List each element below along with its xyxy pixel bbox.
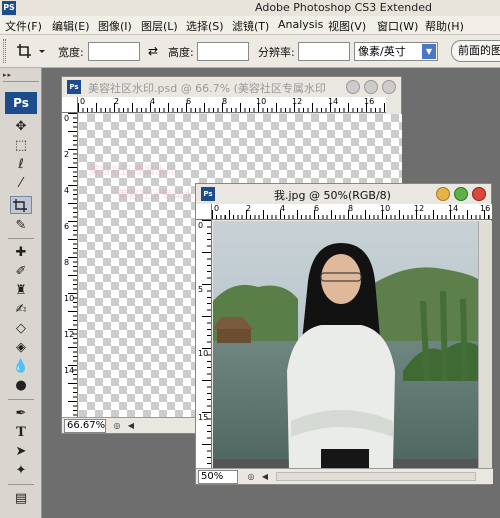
close-button[interactable] [382, 80, 396, 94]
ruler-origin[interactable] [196, 204, 212, 220]
scroll-left-icon[interactable]: ◀ [124, 419, 138, 433]
document-title: 美容社区水印.psd @ 66.7% (美容社区专属水印 [88, 82, 326, 95]
healing-brush-tool-icon[interactable]: ✚ [10, 244, 32, 262]
menu-window[interactable]: 窗口(W) [377, 18, 418, 34]
resolution-unit-select[interactable]: 像素/英寸 ▼ [354, 42, 438, 61]
width-label: 宽度: [58, 46, 84, 59]
paint-bucket-tool-icon[interactable]: ◈ [10, 339, 32, 357]
app-title: Adobe Photoshop CS3 Extended [255, 1, 432, 14]
menu-file[interactable]: 文件(F) [5, 18, 42, 34]
maximize-button[interactable] [454, 187, 468, 201]
menu-analysis[interactable]: Analysis [278, 18, 323, 31]
horizontal-scrollbar[interactable] [276, 472, 476, 481]
document-title-bar[interactable]: Ps 美容社区水印.psd @ 66.7% (美容社区专属水印 [62, 77, 401, 97]
menu-help[interactable]: 帮助(H) [425, 18, 464, 34]
resolution-input[interactable] [298, 42, 350, 61]
menu-view[interactable]: 视图(V) [328, 18, 366, 34]
vertical-scrollbar[interactable] [478, 221, 492, 468]
tools-panel: ▸▸ Ps ✥ ⬚ ℓ ⁄ ✎ ✚ ✐ ♜ ✍ ◇ ◈ 💧 ● ✒ T ➤ ✦ … [0, 68, 42, 518]
minimize-button[interactable] [346, 80, 360, 94]
path-selection-tool-icon[interactable]: ➤ [10, 443, 32, 461]
panel-collapse-icon[interactable]: ▸▸ [3, 71, 39, 79]
horizontal-ruler[interactable]: 0 2 4 6 8 10 12 14 16 [78, 97, 386, 113]
clone-stamp-tool-icon[interactable]: ♜ [10, 282, 32, 300]
options-grip[interactable] [3, 39, 6, 63]
ruler-origin[interactable] [62, 97, 78, 113]
type-tool-icon[interactable]: T [10, 424, 32, 442]
zoom-level-field[interactable]: 50% [198, 470, 238, 484]
ps-document-icon: Ps [201, 187, 215, 201]
dropdown-arrow-icon: ▼ [422, 44, 436, 59]
document-status-bar: 50% ◎ ◀ [196, 468, 493, 484]
blur-tool-icon[interactable]: 💧 [10, 358, 32, 376]
resolution-label: 分辨率: [258, 46, 295, 59]
watermark-text-2: 美容社区专属水印 [117, 188, 205, 201]
dodge-tool-icon[interactable]: ● [10, 377, 32, 395]
watermark-text: 美容社区专属水印 [89, 164, 177, 177]
pen-tool-icon[interactable]: ✒ [10, 405, 32, 423]
magic-wand-tool-icon[interactable]: ⁄ [10, 175, 32, 193]
height-input[interactable] [197, 42, 249, 61]
marquee-tool-icon[interactable]: ⬚ [10, 137, 32, 155]
menu-image[interactable]: 图像(I) [98, 18, 132, 34]
move-tool-icon[interactable]: ✥ [10, 118, 32, 136]
app-title-bar: PS Adobe Photoshop CS3 Extended [0, 0, 500, 16]
horizontal-ruler[interactable]: 0 2 4 6 8 10 12 14 16 [212, 204, 492, 220]
resolution-unit-value: 像素/英寸 [358, 45, 406, 58]
notes-tool-icon[interactable]: ▤ [10, 490, 32, 508]
crop-icon [17, 44, 45, 58]
menu-bar: 文件(F) 编辑(E) 图像(I) 图层(L) 选择(S) 滤镜(T) Anal… [0, 16, 500, 35]
ps-document-icon: Ps [67, 80, 81, 94]
document-title-bar[interactable]: Ps 我.jpg @ 50%(RGB/8) [196, 184, 491, 204]
history-brush-tool-icon[interactable]: ✍ [10, 301, 32, 319]
zoom-level-field[interactable]: 66.67% [64, 419, 106, 433]
document-window-photo[interactable]: Ps 我.jpg @ 50%(RGB/8) 0 2 4 6 8 10 12 14… [195, 183, 493, 485]
scroll-left-icon[interactable]: ◀ [258, 470, 272, 484]
options-bar: 宽度: ⇄ 高度: 分辨率: 像素/英寸 ▼ 前面的图像 [0, 35, 500, 68]
width-input[interactable] [88, 42, 140, 61]
portrait-photo [213, 221, 478, 468]
crop-tool-preset-picker[interactable] [14, 40, 48, 62]
eraser-tool-icon[interactable]: ◇ [10, 320, 32, 338]
menu-edit[interactable]: 编辑(E) [52, 18, 90, 34]
photo-canvas[interactable] [213, 221, 478, 468]
document-title: 我.jpg @ 50%(RGB/8) [274, 189, 391, 202]
crop-tool-icon[interactable] [10, 196, 32, 214]
front-image-button[interactable]: 前面的图像 [451, 40, 500, 62]
custom-shape-tool-icon[interactable]: ✦ [10, 462, 32, 480]
vertical-ruler[interactable]: 0 5 10 15 [196, 220, 212, 468]
maximize-button[interactable] [364, 80, 378, 94]
minimize-button[interactable] [436, 187, 450, 201]
menu-select[interactable]: 选择(S) [186, 18, 224, 34]
swap-dimensions-icon[interactable]: ⇄ [146, 44, 160, 58]
menu-filter[interactable]: 滤镜(T) [232, 18, 269, 34]
photoshop-app-icon: PS [2, 1, 16, 15]
brush-tool-icon[interactable]: ✐ [10, 263, 32, 281]
status-menu-icon[interactable]: ◎ [244, 470, 258, 484]
slice-tool-icon[interactable]: ✎ [10, 217, 32, 235]
vertical-ruler[interactable]: 0 2 4 6 8 10 12 14 [62, 113, 78, 417]
photoshop-logo: Ps [5, 92, 37, 114]
menu-layer[interactable]: 图层(L) [141, 18, 178, 34]
close-button[interactable] [472, 187, 486, 201]
height-label: 高度: [168, 46, 194, 59]
status-menu-icon[interactable]: ◎ [110, 419, 124, 433]
lasso-tool-icon[interactable]: ℓ [10, 156, 32, 174]
